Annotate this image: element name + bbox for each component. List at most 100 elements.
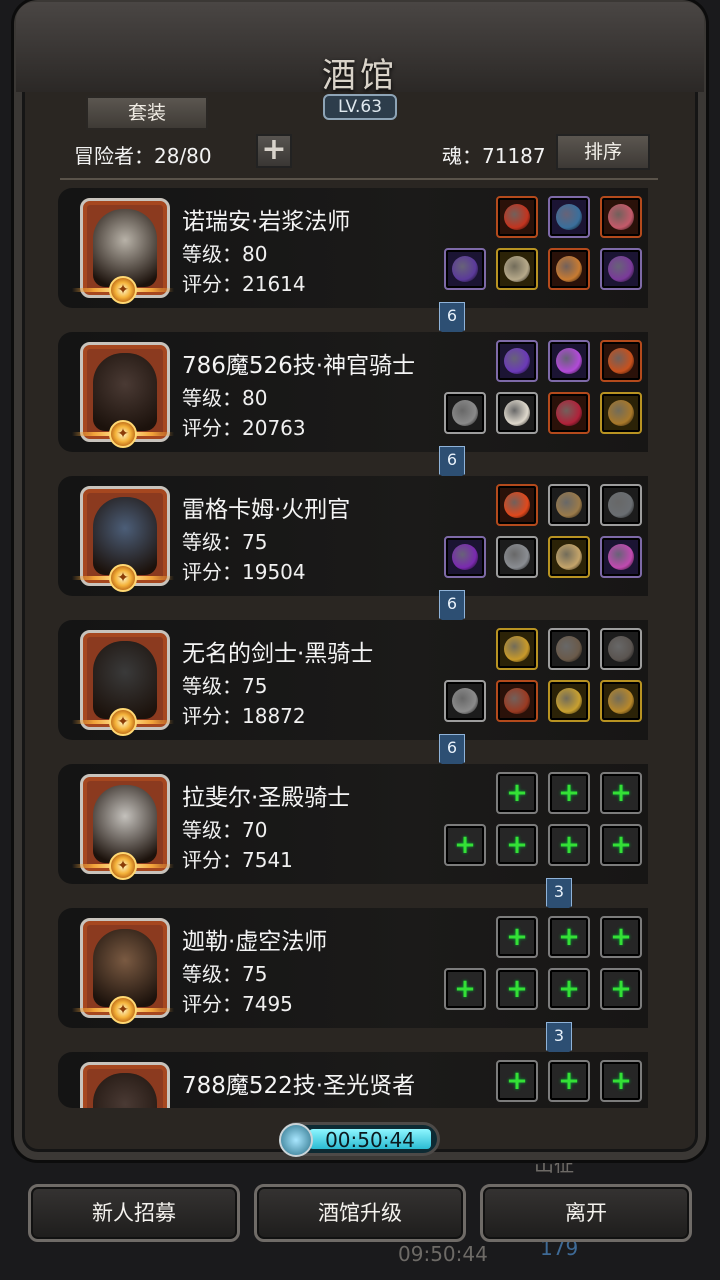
add-equip-icon: + xyxy=(506,922,528,952)
hero-level: 等级：70 xyxy=(182,818,268,842)
equip-slot[interactable] xyxy=(444,680,486,722)
empty-equip-slot[interactable]: + xyxy=(548,916,590,958)
hero-name: 788魔522技·圣光贤者 xyxy=(182,1073,416,1099)
gold-helmet-icon xyxy=(504,636,530,662)
equip-slot[interactable] xyxy=(496,536,538,578)
hero-name: 迦勒·虚空法师 xyxy=(182,929,328,955)
hero-score: 评分：7541 xyxy=(182,848,293,872)
empty-equip-slot[interactable]: + xyxy=(600,916,642,958)
equip-slot[interactable] xyxy=(548,484,590,526)
recruit-button[interactable]: 新人招募 xyxy=(28,1184,240,1242)
hourglass-icon xyxy=(279,1123,313,1157)
add-equip-icon: + xyxy=(506,974,528,1004)
hero-face-image xyxy=(93,1073,157,1108)
empty-equip-slot[interactable]: + xyxy=(496,824,538,866)
empty-equip-slot[interactable]: + xyxy=(600,824,642,866)
hero-score: 评分：7495 xyxy=(182,992,293,1016)
hero-name: 雷格卡姆·火刑官 xyxy=(182,497,351,523)
gold-amulet-icon xyxy=(556,688,582,714)
purple-icon xyxy=(452,256,478,282)
add-equip-icon: + xyxy=(506,1066,528,1096)
timer-text: 00:50:44 xyxy=(325,1128,415,1152)
equip-slot[interactable] xyxy=(600,196,642,238)
hero-card[interactable]: ✦ 无名的剑士·黑骑士 等级：75 评分：18872 xyxy=(58,620,648,740)
equip-slot[interactable] xyxy=(496,248,538,290)
empty-equip-slot[interactable]: + xyxy=(548,968,590,1010)
equip-slot[interactable] xyxy=(496,484,538,526)
equip-slot[interactable] xyxy=(548,248,590,290)
equip-slot[interactable] xyxy=(444,392,486,434)
hero-name: 拉斐尔·圣殿骑士 xyxy=(182,785,351,811)
red-item-icon xyxy=(556,400,582,426)
hero-card[interactable]: ✦ 786魔526技·神官骑士 等级：80 评分：20763 xyxy=(58,332,648,452)
equip-slot[interactable] xyxy=(496,196,538,238)
add-equip-icon: + xyxy=(558,830,580,860)
leave-button[interactable]: 离开 xyxy=(480,1184,692,1242)
equip-slot[interactable] xyxy=(496,392,538,434)
grey-armor-icon xyxy=(504,544,530,570)
fire-icon xyxy=(504,492,530,518)
window-title: 酒馆 xyxy=(322,56,398,96)
empty-equip-slot[interactable]: + xyxy=(600,1060,642,1102)
orange-leaf-icon xyxy=(608,348,634,374)
suit-button[interactable]: 套装 xyxy=(86,96,208,130)
equip-slot[interactable] xyxy=(600,536,642,578)
equip-slot[interactable] xyxy=(548,196,590,238)
adventurer-count: 冒险者：28/80 xyxy=(74,144,212,168)
empty-equip-slot[interactable]: + xyxy=(444,824,486,866)
equip-slot[interactable] xyxy=(548,628,590,670)
add-equip-icon: + xyxy=(558,1066,580,1096)
plus-icon: + xyxy=(261,132,287,167)
sort-button[interactable]: 排序 xyxy=(556,134,650,170)
grey-stone-icon xyxy=(608,492,634,518)
hero-card[interactable]: ✦ 雷格卡姆·火刑官 等级：75 评分：19504 xyxy=(58,476,648,596)
empty-equip-slot[interactable]: + xyxy=(548,824,590,866)
empty-equip-slot[interactable]: + xyxy=(600,968,642,1010)
equip-slot[interactable] xyxy=(548,340,590,382)
hero-level: 等级：80 xyxy=(182,242,268,266)
hero-score: 评分：19504 xyxy=(182,560,306,584)
hero-card[interactable]: ✦ 拉斐尔·圣殿骑士 等级：70 评分：7541 + + + + + + + xyxy=(58,764,648,884)
purple-orb-icon xyxy=(504,348,530,374)
recruit-timer: 00:50:44 xyxy=(279,1122,440,1157)
empty-equip-slot[interactable]: + xyxy=(496,772,538,814)
hero-name: 786魔526技·神官骑士 xyxy=(182,353,416,379)
empty-equip-slot[interactable]: + xyxy=(444,968,486,1010)
rank-emblem-icon: ✦ xyxy=(68,276,178,306)
rank-emblem-icon: ✦ xyxy=(68,708,178,738)
hero-card[interactable]: ✦ 迦勒·虚空法师 等级：75 评分：7495 + + + + + + + xyxy=(58,908,648,1028)
add-adventurer-button[interactable]: + xyxy=(256,134,292,168)
equip-slot[interactable] xyxy=(496,628,538,670)
equip-slot[interactable] xyxy=(548,536,590,578)
empty-equip-slot[interactable]: + xyxy=(548,1060,590,1102)
empty-equip-slot[interactable]: + xyxy=(496,1060,538,1102)
equip-slot[interactable] xyxy=(444,248,486,290)
equip-slot[interactable] xyxy=(496,680,538,722)
equip-slot[interactable] xyxy=(496,340,538,382)
equip-slot[interactable] xyxy=(600,392,642,434)
hero-score: 评分：20763 xyxy=(182,416,306,440)
header-divider xyxy=(60,178,658,180)
equip-slot[interactable] xyxy=(548,392,590,434)
empty-equip-slot[interactable]: + xyxy=(600,772,642,814)
hero-portrait[interactable] xyxy=(80,1062,170,1108)
equip-slot[interactable] xyxy=(600,248,642,290)
white-robe-icon xyxy=(504,400,530,426)
equip-slot[interactable] xyxy=(600,680,642,722)
equip-slot[interactable] xyxy=(600,628,642,670)
red-armor-icon xyxy=(504,688,530,714)
add-equip-icon: + xyxy=(558,922,580,952)
equip-slot[interactable] xyxy=(444,536,486,578)
empty-equip-slot[interactable]: + xyxy=(496,968,538,1010)
equip-slot[interactable] xyxy=(548,680,590,722)
hero-score: 评分：21614 xyxy=(182,272,306,296)
tavern-upgrade-button[interactable]: 酒馆升级 xyxy=(254,1184,466,1242)
wood-branch-icon xyxy=(556,492,582,518)
dark-blade-icon xyxy=(608,636,634,662)
equip-slot[interactable] xyxy=(600,484,642,526)
empty-equip-slot[interactable]: + xyxy=(548,772,590,814)
empty-equip-slot[interactable]: + xyxy=(496,916,538,958)
hero-card[interactable]: 788魔522技·圣光贤者 + + + xyxy=(58,1052,648,1108)
hero-card[interactable]: ✦ 诺瑞安·岩浆法师 等级：80 评分：21614 xyxy=(58,188,648,308)
equip-slot[interactable] xyxy=(600,340,642,382)
